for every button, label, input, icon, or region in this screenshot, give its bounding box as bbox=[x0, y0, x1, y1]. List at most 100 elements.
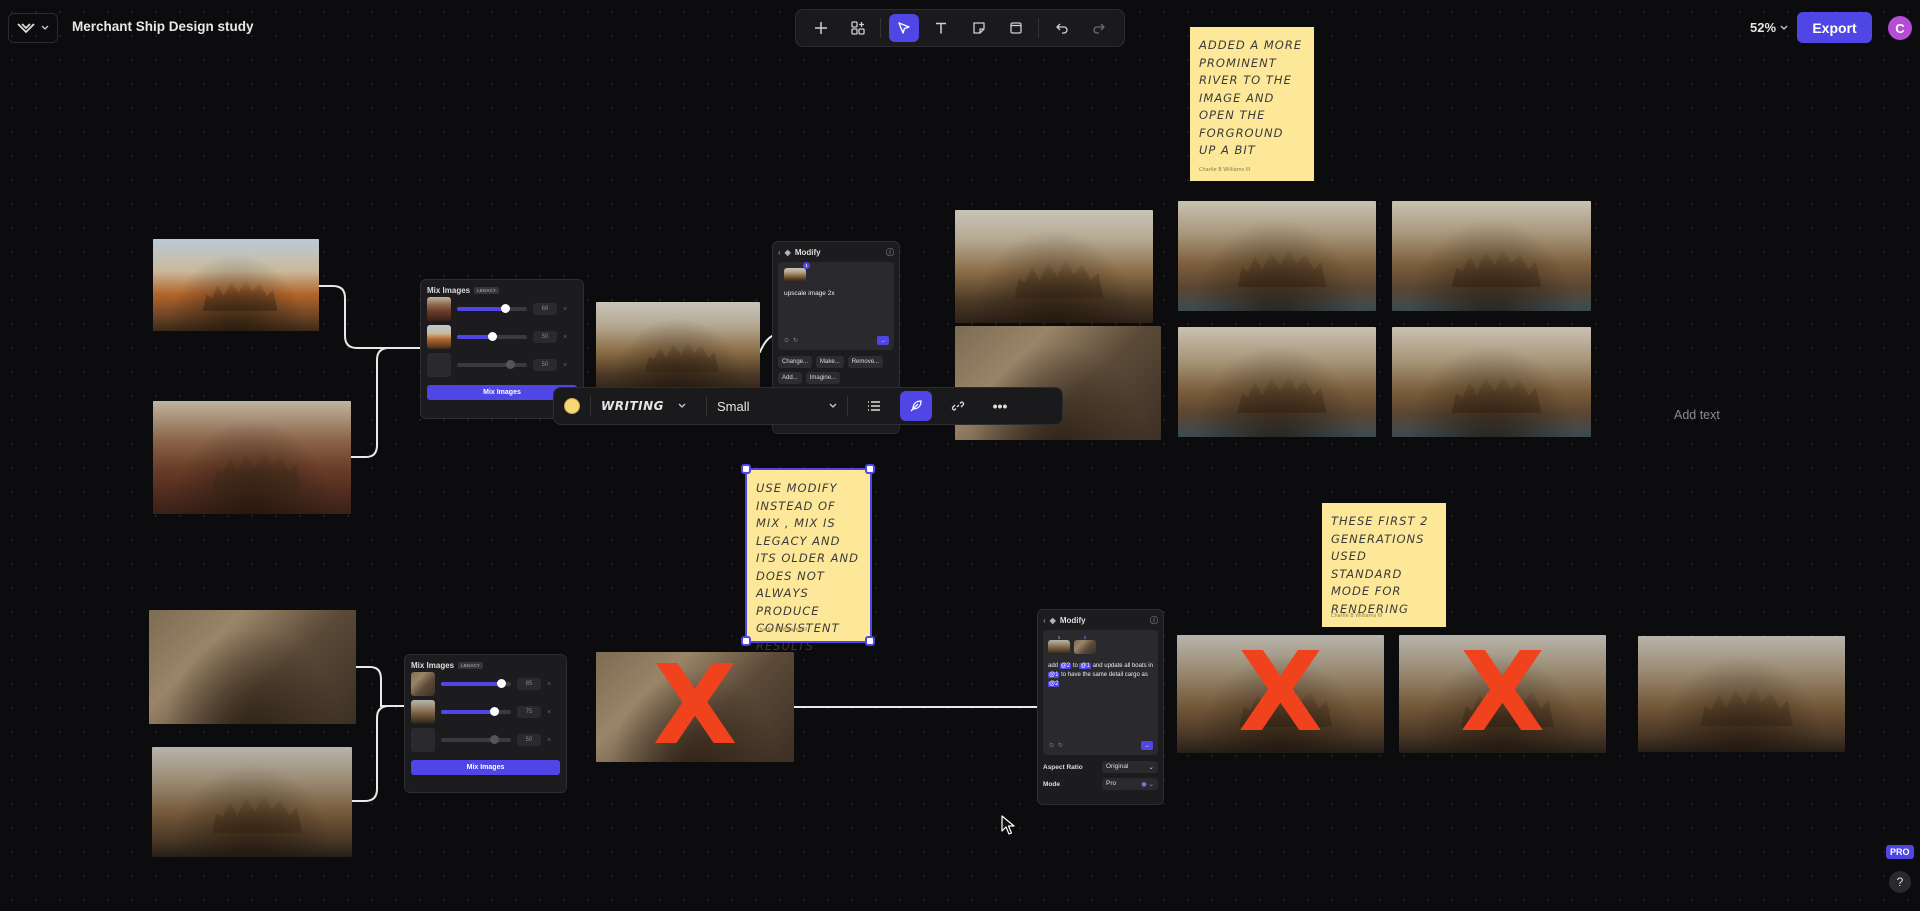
remove-icon[interactable]: × bbox=[547, 681, 551, 688]
list-icon[interactable] bbox=[858, 391, 890, 421]
mix-output-image-bottom-rejected[interactable]: X bbox=[596, 652, 794, 762]
resize-handle-top-right[interactable] bbox=[865, 464, 875, 474]
image-detail bbox=[1237, 374, 1327, 413]
feather-icon[interactable] bbox=[900, 391, 932, 421]
slider-knob[interactable] bbox=[496, 679, 506, 688]
toolbar-divider bbox=[590, 396, 591, 416]
resize-handle-top-left[interactable] bbox=[741, 464, 751, 474]
mix-weight-slider[interactable] bbox=[441, 707, 511, 716]
modify-prompt-box[interactable]: 1 upscale image 2x ⊙ ↻ → bbox=[778, 262, 894, 350]
sticky-author: Charlie B Williams III bbox=[756, 627, 808, 633]
mode-row: Mode Pro ◉ ⌄ bbox=[1043, 778, 1158, 790]
size-select[interactable]: Small bbox=[717, 399, 837, 414]
modify-prompt-text[interactable]: upscale image 2x bbox=[784, 290, 888, 297]
chevron-down-icon bbox=[678, 403, 686, 408]
mix-title: Mix Images bbox=[411, 661, 455, 670]
image-detail bbox=[1237, 248, 1327, 287]
mix-thumbnail-empty[interactable] bbox=[411, 728, 435, 752]
chip-imagine[interactable]: Imagine... bbox=[805, 372, 841, 384]
refresh-icon[interactable]: ↻ bbox=[793, 337, 798, 344]
generated-image[interactable] bbox=[955, 210, 1153, 323]
chip-make[interactable]: Make... bbox=[816, 356, 844, 368]
slider-knob[interactable] bbox=[490, 735, 499, 744]
generated-image[interactable] bbox=[1392, 327, 1591, 437]
image-detail bbox=[1451, 374, 1542, 413]
font-select[interactable]: WRITING bbox=[601, 399, 696, 413]
source-image-autumn-city[interactable] bbox=[153, 239, 319, 331]
refresh-icon[interactable]: ↻ bbox=[1058, 742, 1063, 749]
modify-prompt-box[interactable]: 1 2 add @2 to @1 and update all boats in… bbox=[1043, 630, 1158, 755]
text-format-toolbar: WRITING Small ••• bbox=[553, 387, 1063, 425]
aspect-ratio-select[interactable]: Original ⌄ bbox=[1102, 761, 1158, 773]
back-icon[interactable]: ‹ bbox=[778, 248, 781, 257]
mix-weight-value[interactable]: 50 bbox=[533, 359, 557, 371]
sticky-note-river[interactable]: ADDED A MORE PROMINENT RIVER TO THE IMAG… bbox=[1190, 27, 1314, 181]
modify-panel-bottom[interactable]: ‹ ◈ Modify ⓘ 1 2 add @2 to @1 and update… bbox=[1037, 609, 1164, 805]
font-size: Small bbox=[717, 398, 750, 414]
mix-output-image-top[interactable] bbox=[596, 302, 760, 392]
image-detail bbox=[1451, 248, 1542, 287]
mode-select[interactable]: Pro ◉ ⌄ bbox=[1102, 778, 1158, 790]
image-icon[interactable]: ⊙ bbox=[1049, 742, 1054, 749]
modify-icon: ◈ bbox=[1049, 616, 1056, 625]
slider-knob[interactable] bbox=[489, 707, 499, 716]
link-icon[interactable] bbox=[942, 391, 974, 421]
resize-handle-bottom-right[interactable] bbox=[865, 636, 875, 646]
chip-add[interactable]: Add... bbox=[778, 372, 802, 384]
resize-handle-bottom-left[interactable] bbox=[741, 636, 751, 646]
mix-weight-value[interactable]: 50 bbox=[533, 331, 557, 343]
ref-thumbnail bbox=[1048, 640, 1070, 654]
color-picker[interactable] bbox=[564, 398, 580, 414]
generated-image-rejected[interactable]: X bbox=[1399, 635, 1606, 753]
generated-image[interactable] bbox=[1178, 201, 1376, 311]
slider-knob[interactable] bbox=[488, 332, 497, 341]
info-icon[interactable]: ⓘ bbox=[886, 247, 894, 258]
mix-weight-slider[interactable] bbox=[441, 679, 511, 688]
mix-weight-slider[interactable] bbox=[457, 304, 527, 313]
image-detail bbox=[212, 794, 302, 833]
remove-icon[interactable]: × bbox=[547, 709, 551, 716]
send-button[interactable]: → bbox=[1141, 741, 1153, 750]
mix-weight-slider[interactable] bbox=[457, 360, 527, 369]
source-image-red-fortress[interactable] bbox=[153, 401, 351, 514]
legacy-badge: LEGACY bbox=[474, 287, 499, 294]
modify-prompt-text[interactable]: add @2 to @1 and update all boats in @1 … bbox=[1048, 662, 1153, 689]
mix-weight-value[interactable]: 85 bbox=[517, 678, 541, 690]
source-image-castle[interactable] bbox=[152, 747, 352, 857]
chip-remove[interactable]: Remove... bbox=[847, 356, 884, 368]
remove-icon[interactable]: × bbox=[563, 306, 567, 313]
generated-image[interactable] bbox=[1392, 201, 1591, 311]
help-button[interactable]: ? bbox=[1889, 871, 1911, 893]
remove-icon[interactable]: × bbox=[547, 737, 551, 744]
generated-image-rejected[interactable]: X bbox=[1177, 635, 1384, 753]
more-icon[interactable]: ••• bbox=[984, 391, 1016, 421]
chip-change[interactable]: Change... bbox=[778, 356, 813, 368]
suggestion-chips: Change... Make... Remove... Add... Imagi… bbox=[778, 356, 894, 384]
back-icon[interactable]: ‹ bbox=[1043, 616, 1046, 625]
sticky-note-standard-mode[interactable]: THESE FIRST 2 GENERATIONS USED STANDARD … bbox=[1322, 503, 1446, 627]
mix-images-panel-bottom[interactable]: Mix Images LEGACY 85 × 75 × 50 × Mix Ima… bbox=[404, 654, 567, 793]
mix-weight-value[interactable]: 75 bbox=[517, 706, 541, 718]
prompt-text: add bbox=[1048, 663, 1060, 669]
info-icon[interactable]: ⓘ bbox=[1150, 615, 1158, 626]
generated-image-final[interactable] bbox=[1638, 636, 1845, 752]
mix-weight-value[interactable]: 68 bbox=[533, 303, 557, 315]
send-button[interactable]: → bbox=[877, 336, 889, 345]
sticky-note-modify[interactable]: USE MODIFY INSTEAD OF MIX , MIX IS LEGAC… bbox=[745, 468, 872, 653]
slider-knob[interactable] bbox=[500, 304, 510, 313]
slider-knob[interactable] bbox=[506, 360, 515, 369]
mix-thumbnail-empty[interactable] bbox=[427, 353, 451, 377]
add-text-placeholder[interactable]: Add text bbox=[1674, 408, 1720, 422]
mix-weight-slider[interactable] bbox=[441, 735, 511, 744]
remove-icon[interactable]: × bbox=[563, 334, 567, 341]
mix-weight-slider[interactable] bbox=[457, 332, 527, 341]
generated-image[interactable] bbox=[1178, 327, 1376, 437]
toolbar-divider bbox=[847, 396, 848, 416]
mix-weight-value[interactable]: 50 bbox=[517, 734, 541, 746]
pro-badge[interactable]: PRO bbox=[1886, 845, 1914, 859]
source-image-ships[interactable] bbox=[149, 610, 356, 724]
mix-images-button[interactable]: Mix Images bbox=[411, 760, 560, 775]
remove-icon[interactable]: × bbox=[563, 362, 567, 369]
image-icon[interactable]: ⊙ bbox=[784, 337, 789, 344]
panel-title: ‹ ◈ Modify ⓘ bbox=[778, 247, 894, 258]
